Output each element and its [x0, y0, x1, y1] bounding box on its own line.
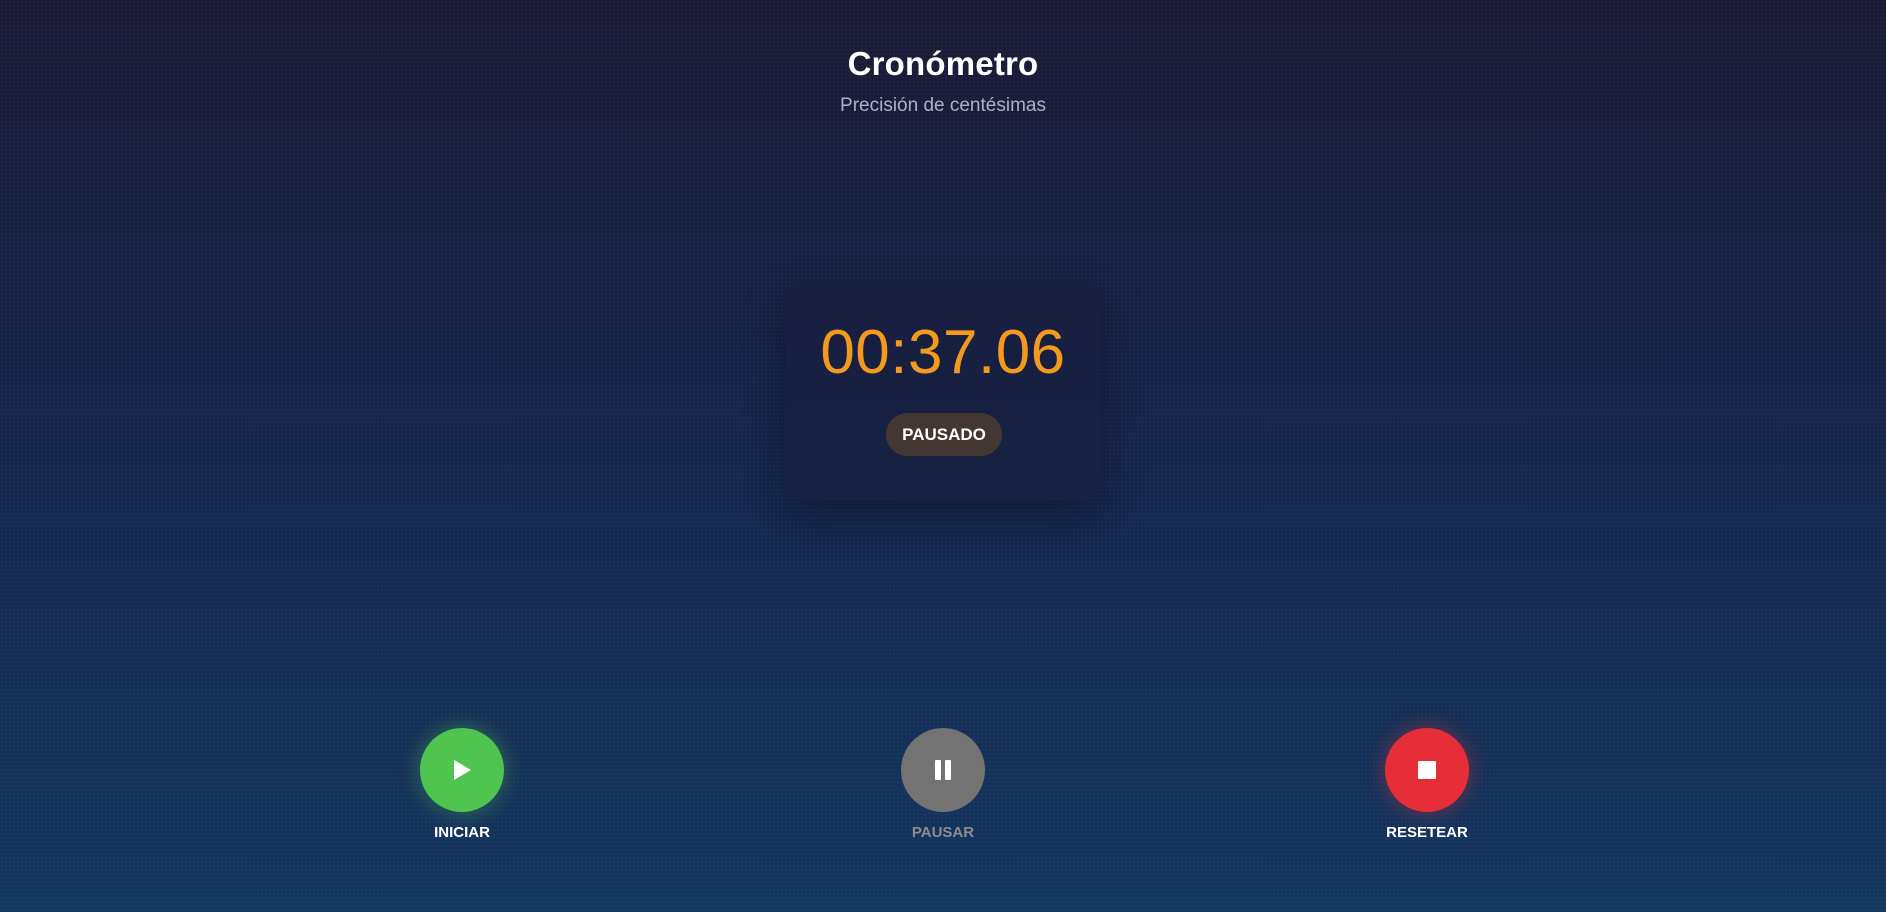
page-subtitle: Precisión de centésimas: [840, 95, 1046, 116]
start-label: INICIAR: [434, 824, 490, 841]
status-badge: PAUSADO: [886, 413, 1002, 456]
reset-control: RESETEAR: [1357, 728, 1497, 842]
pause-icon: [935, 760, 951, 780]
timer-display: 00:37.06: [820, 318, 1066, 387]
pause-button[interactable]: [901, 728, 985, 812]
page-title: Cronómetro: [847, 45, 1039, 82]
start-control: INICIAR: [392, 728, 532, 842]
pause-control: PAUSAR: [873, 728, 1013, 842]
play-icon: [454, 760, 471, 780]
start-button[interactable]: [420, 728, 504, 812]
timer-card: 00:37.06 PAUSADO: [785, 282, 1101, 500]
reset-label: RESETEAR: [1386, 824, 1468, 841]
header: Cronómetro Precisión de centésimas: [0, 44, 1886, 118]
reset-button[interactable]: [1385, 728, 1469, 812]
pause-label: PAUSAR: [911, 824, 975, 841]
stop-icon: [1418, 761, 1436, 779]
